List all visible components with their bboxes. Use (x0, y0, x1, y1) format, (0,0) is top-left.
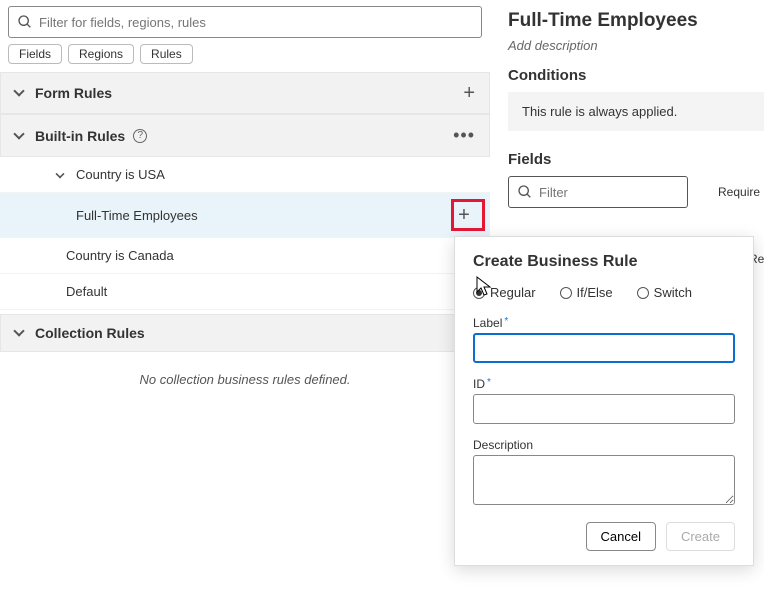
empty-collection-message: No collection business rules defined. (0, 352, 490, 417)
radio-label: Regular (490, 285, 536, 300)
radio-switch[interactable]: Switch (637, 285, 692, 300)
tree-label: Country is Canada (66, 248, 174, 263)
page-title: Full-Time Employees (508, 8, 764, 32)
tree-label: Default (66, 284, 107, 299)
search-box (8, 6, 482, 38)
chevron-down-icon (13, 85, 24, 96)
radio-icon (473, 287, 485, 299)
tree-label: Full-Time Employees (76, 208, 198, 223)
add-description-link[interactable]: Add description (508, 32, 764, 67)
radio-icon (560, 287, 572, 299)
conditions-heading: Conditions (508, 67, 764, 84)
fields-filter-box (508, 176, 688, 208)
chevron-down-icon (13, 325, 24, 336)
chevron-down-icon (55, 169, 64, 178)
radio-regular[interactable]: Regular (473, 285, 536, 300)
builtin-rules-header[interactable]: Built-in Rules ? ••• (0, 114, 490, 157)
dialog-title: Create Business Rule (473, 253, 735, 271)
plus-icon: + (458, 205, 470, 225)
conditions-info: This rule is always applied. (508, 92, 764, 131)
builtin-rules-title: Built-in Rules (35, 128, 125, 144)
collection-rules-header[interactable]: Collection Rules (0, 314, 490, 352)
id-input[interactable] (473, 394, 735, 424)
chip-rules[interactable]: Rules (140, 44, 193, 64)
form-rules-header[interactable]: Form Rules + (0, 72, 490, 114)
cancel-button[interactable]: Cancel (586, 522, 656, 551)
radio-label: If/Else (577, 285, 613, 300)
label-input[interactable] (473, 333, 735, 363)
search-icon (517, 184, 533, 200)
fields-filter-input[interactable] (539, 185, 679, 200)
radio-icon (637, 287, 649, 299)
chip-regions[interactable]: Regions (68, 44, 134, 64)
description-textarea[interactable] (473, 455, 735, 505)
tree-row-full-time-employees[interactable]: Full-Time Employees + (0, 193, 490, 238)
search-input[interactable] (39, 15, 473, 30)
label-label: Label* (473, 316, 735, 330)
chip-fields[interactable]: Fields (8, 44, 62, 64)
id-label: ID* (473, 377, 735, 391)
tree-row-default[interactable]: Default (0, 274, 490, 310)
create-button[interactable]: Create (666, 522, 735, 551)
help-icon[interactable]: ? (133, 129, 147, 143)
add-form-rule-button[interactable]: + (463, 83, 475, 103)
radio-ifelse[interactable]: If/Else (560, 285, 613, 300)
column-required: Require (718, 185, 760, 199)
fields-heading: Fields (508, 151, 764, 168)
radio-label: Switch (654, 285, 692, 300)
more-menu-button[interactable]: ••• (453, 125, 475, 146)
description-label: Description (473, 438, 735, 452)
search-icon (17, 14, 33, 30)
chevron-down-icon (13, 128, 24, 139)
rules-tree-pane: Fields Regions Rules Form Rules + Built-… (0, 0, 490, 591)
collection-rules-title: Collection Rules (35, 325, 145, 341)
tree-row-country-usa[interactable]: Country is USA (0, 157, 490, 193)
tree-label: Country is USA (76, 167, 165, 182)
tree-row-country-canada[interactable]: Country is Canada (0, 238, 490, 274)
create-business-rule-dialog: Create Business Rule Regular If/Else Swi… (454, 236, 754, 566)
form-rules-title: Form Rules (35, 85, 112, 101)
rules-tree: Country is USA Full-Time Employees + Cou… (0, 157, 490, 310)
add-child-rule-button[interactable]: + (452, 203, 476, 227)
